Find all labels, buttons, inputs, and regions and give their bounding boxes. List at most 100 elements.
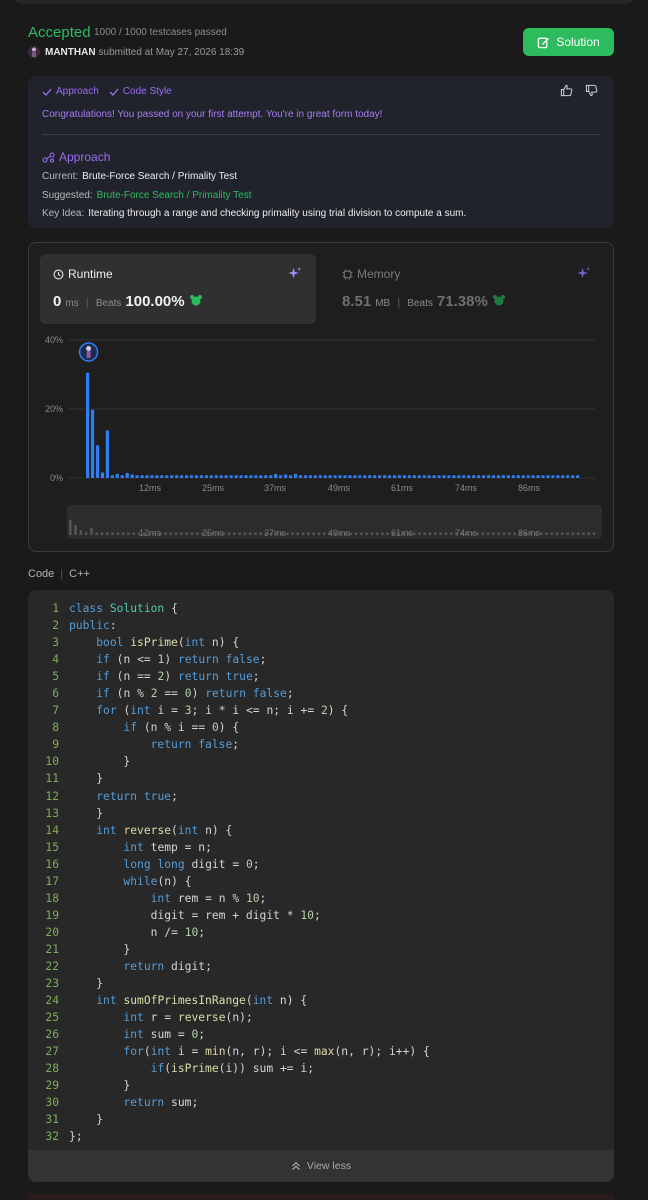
runtime-unit: ms (65, 298, 79, 309)
marker-body (86, 351, 91, 358)
code-text: class Solution { (69, 602, 178, 615)
code-text: long long digit = 0; (123, 857, 260, 871)
avatar[interactable] (28, 46, 40, 58)
overview-bar (381, 532, 384, 535)
overview-bar (185, 532, 188, 535)
code-text: n /= 10; (150, 925, 206, 939)
line-number: 19 (45, 908, 59, 922)
code-text: int sum = 0; (123, 1028, 206, 1042)
line-number: 24 (45, 994, 59, 1008)
line-number: 26 (45, 1028, 59, 1042)
overview-bar (95, 532, 99, 535)
runtime-beats-label: Beats (95, 298, 122, 309)
line-number: 7 (52, 704, 59, 718)
chart-bar (264, 475, 268, 478)
memory-beats-label: Beats (407, 298, 433, 309)
line-number: 17 (45, 874, 59, 888)
chart-bar (293, 473, 298, 478)
tab-code-style[interactable]: Code Style (109, 86, 172, 97)
chart-bar (442, 475, 446, 478)
runtime-distribution-chart[interactable]: 40% 20% 0% 12ms 25ms 37ms 49ms 61ms 74ms 86ms 12ms… (29, 331, 613, 547)
sparkle-icon[interactable] (576, 266, 591, 281)
overview-bar (79, 530, 83, 535)
x-tick-label: 25ms (202, 483, 225, 493)
code-line: 11 } (28, 770, 614, 787)
clock-icon (53, 269, 64, 279)
line-number: 14 (45, 823, 59, 837)
chart-bar (556, 475, 560, 478)
code-line: 30 return sum; (28, 1094, 614, 1111)
chart-bar (234, 475, 238, 478)
chart-bar (303, 475, 307, 478)
code-text: } (123, 755, 131, 769)
code-text: int r = reverse(n); (123, 1011, 253, 1025)
code-line: 3 bool isPrime(int n) { (28, 634, 614, 651)
code-line: 25 int r = reverse(n); (28, 1009, 614, 1026)
thumbs-down-icon[interactable] (585, 84, 598, 97)
code-text: for (int i = 3; i * i <= n; i += 2) { (96, 704, 349, 718)
chart-bar (209, 475, 213, 478)
congrats-message: Congratulations! You passed on your firs… (42, 109, 383, 120)
suggested-value: Brute-Force Search / Primality Test (96, 190, 252, 201)
x-tick-label: 86ms (518, 483, 541, 493)
chart-bar (284, 474, 288, 478)
leetcode-beats-icon (492, 295, 505, 306)
runtime-card[interactable]: Runtime 0 ms | Beats 100.00% (40, 254, 316, 324)
overview-bar (285, 532, 289, 535)
tab-approach[interactable]: Approach (42, 86, 99, 97)
chart-bar (239, 475, 243, 478)
chart-bar (496, 475, 501, 478)
chart-bar (259, 475, 263, 478)
suggested-approach: Suggested: Brute-Force Search / Primality… (42, 190, 251, 201)
line-number: 15 (45, 840, 59, 854)
chart-bar (288, 475, 293, 478)
code-line: 8 if (n % i == 0) { (28, 719, 614, 736)
view-less-button[interactable]: View less (28, 1150, 614, 1182)
line-number: 6 (52, 687, 59, 701)
memory-card[interactable]: Memory 8.51 MB | Beats 71.38% (329, 254, 605, 324)
code-text: for(int i = min(n, r); i <= max(n, r); i… (123, 1045, 430, 1059)
chart-bar (486, 475, 491, 478)
chart-bar (472, 475, 476, 478)
separator: | (85, 295, 89, 309)
chart-bar (120, 475, 124, 478)
code-text: if (n == 2) return true; (96, 670, 260, 684)
overview-bar (444, 532, 448, 535)
chart-bar (274, 473, 278, 478)
code-text: return false; (150, 738, 240, 752)
chart-bar (516, 475, 520, 478)
overview-bar (232, 532, 236, 535)
overview-bar (322, 532, 326, 535)
chevron-up-double-icon (292, 1161, 300, 1170)
overview-bar (434, 532, 437, 535)
overview-bar (74, 525, 77, 535)
code-text: if (n % i == 0) { (123, 721, 240, 735)
chart-bar (165, 475, 169, 478)
code-text: if (n <= 1) return false; (96, 653, 267, 667)
sparkle-icon[interactable] (287, 266, 302, 281)
overview-bar (513, 532, 516, 535)
code-header: Code | C++ (28, 568, 90, 580)
thumbs-up-icon[interactable] (560, 84, 573, 97)
line-number: 31 (45, 1113, 59, 1127)
username[interactable]: MANTHAN (45, 47, 96, 58)
chart-bar (457, 475, 461, 478)
overview-bar (365, 532, 368, 535)
chart-bar (482, 475, 486, 478)
line-number: 27 (45, 1045, 59, 1059)
code-label: Code (28, 568, 55, 580)
top-search-bar[interactable] (14, 0, 634, 4)
overview-tick-label: 12ms (139, 528, 162, 538)
chart-bar (531, 475, 535, 478)
overview-tick-label: 37ms (264, 528, 287, 538)
edit-icon (538, 37, 550, 48)
line-number: 8 (52, 721, 59, 735)
solution-button[interactable]: Solution (523, 28, 614, 56)
code-line: 27 for(int i = min(n, r); i <= max(n, r)… (28, 1043, 614, 1060)
code-viewer[interactable]: 1 class Solution {2 public: 3 bool isPrime(… (28, 590, 614, 1182)
line-number: 28 (45, 1062, 59, 1076)
chart-bar (199, 475, 204, 478)
line-number: 9 (52, 738, 59, 752)
chart-bar (90, 409, 95, 478)
code-text: } (96, 1113, 104, 1127)
